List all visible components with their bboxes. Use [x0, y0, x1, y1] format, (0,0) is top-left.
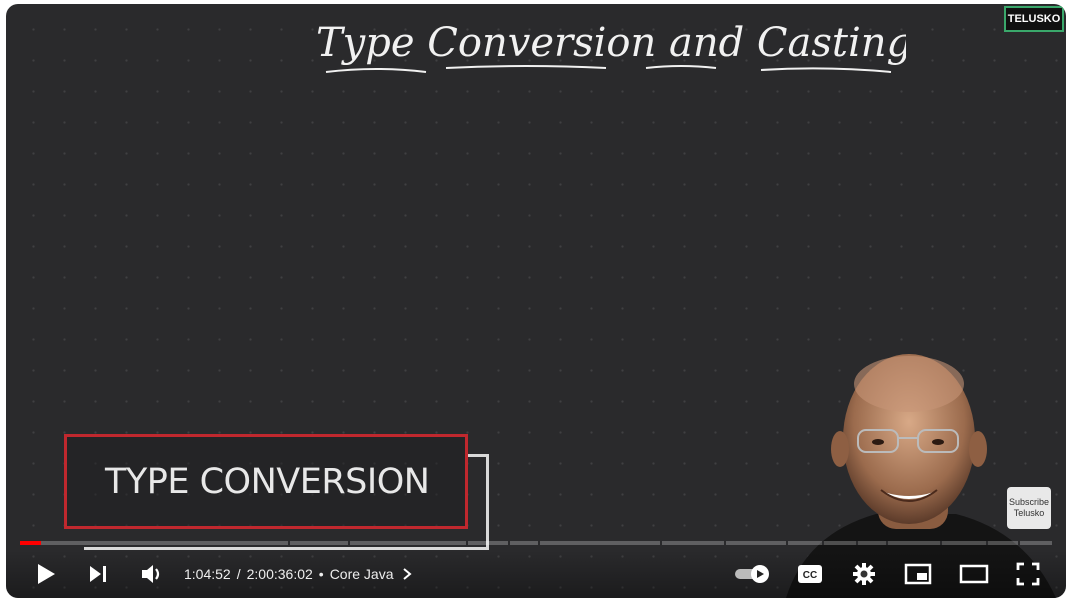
- lower-third-text: TYPE CONVERSION: [105, 461, 430, 502]
- progress-bar[interactable]: [20, 541, 1052, 545]
- fullscreen-icon: [1016, 562, 1040, 586]
- current-time: 1:04:52: [184, 566, 231, 582]
- subscribe-watermark[interactable]: Subscribe Telusko: [1007, 487, 1051, 529]
- volume-button[interactable]: [134, 550, 170, 598]
- miniplayer-button[interactable]: [898, 550, 938, 598]
- autoplay-toggle-icon: [735, 565, 769, 583]
- captions-button[interactable]: CC: [790, 550, 830, 598]
- lower-third-box: TYPE CONVERSION: [64, 434, 468, 529]
- settings-icon: [853, 563, 875, 585]
- theater-mode-button[interactable]: [952, 550, 996, 598]
- subscribe-channel: Telusko: [1013, 508, 1045, 518]
- control-bar: 1:04:52 / 2:00:36:02 • Core Java CC: [6, 550, 1066, 598]
- autoplay-toggle[interactable]: [730, 550, 774, 598]
- chapter-bullet: •: [318, 566, 324, 582]
- fullscreen-button[interactable]: [1008, 550, 1048, 598]
- captions-icon: CC: [798, 565, 822, 583]
- volume-icon: [142, 565, 160, 583]
- lower-third: TYPE CONVERSION: [64, 434, 494, 554]
- chevron-right-icon: [402, 568, 412, 580]
- chapter-title: Core Java: [329, 566, 394, 582]
- next-icon: [90, 566, 106, 582]
- progress-played: [20, 541, 41, 545]
- board-title: Type Conversion and Casting: [316, 20, 906, 73]
- chapter-button[interactable]: Core Java: [330, 566, 414, 582]
- play-button[interactable]: [28, 550, 64, 598]
- miniplayer-icon: [904, 563, 932, 585]
- subscribe-label: Subscribe: [1008, 497, 1050, 507]
- next-button[interactable]: [80, 550, 116, 598]
- time-separator: /: [236, 566, 241, 582]
- svg-text:CC: CC: [803, 570, 817, 581]
- settings-button[interactable]: [844, 550, 884, 598]
- theater-mode-icon: [959, 564, 989, 584]
- channel-logo: TELUSKO: [1004, 6, 1064, 32]
- time-display: 1:04:52 / 2:00:36:02 • Core Java: [184, 550, 414, 598]
- video-player[interactable]: Type Conversion and Casting TELUSKO TYPE…: [6, 4, 1066, 598]
- play-icon: [38, 564, 55, 584]
- duration: 2:00:36:02: [246, 566, 313, 582]
- board-title-text: Type Conversion and Casting: [316, 20, 906, 66]
